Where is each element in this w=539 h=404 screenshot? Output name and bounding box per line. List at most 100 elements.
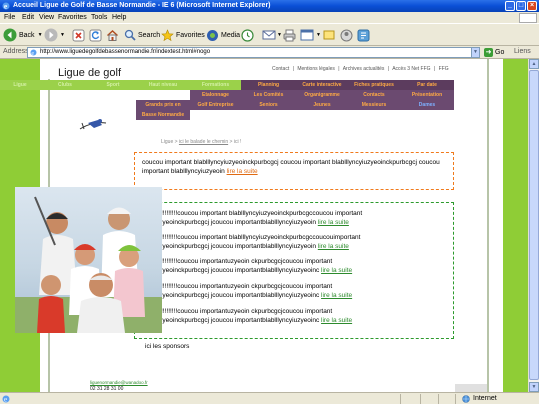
go-button[interactable]: ➜ Go — [484, 47, 504, 58]
golfer-logo-icon — [79, 119, 107, 130]
menu-tools[interactable]: Tools — [91, 12, 107, 24]
back-button[interactable]: Back ▼ — [3, 27, 43, 43]
news-line-wrap: ncyiuzyeoinckpurbcgcj jcoucou importantb… — [144, 316, 449, 325]
scroll-down-button[interactable]: ▼ — [529, 382, 539, 392]
address-dropdown-button[interactable]: ▼ — [471, 47, 480, 58]
menu-file[interactable]: File — [4, 12, 15, 24]
news-read-more-link[interactable]: lire la suite — [321, 317, 352, 324]
print-icon — [283, 29, 296, 41]
news-read-more-link[interactable]: lire la suite — [321, 292, 352, 299]
sponsors-text: ici les sponsors — [145, 343, 190, 350]
nav-item-jeunes[interactable]: Jeunes — [296, 100, 348, 110]
news-read-more-link[interactable]: lire la suite — [321, 267, 352, 274]
favorites-button[interactable]: Favorites — [161, 27, 205, 43]
nav-item-formations[interactable]: Formations — [190, 80, 241, 90]
ie-logo-icon: e — [2, 2, 10, 10]
page-status-icon: e — [2, 395, 10, 403]
intro-paragraph: coucou important blablllyncyiuzyeoinckpu… — [142, 158, 448, 176]
toplink-sep: | — [433, 66, 436, 72]
news-line-wrap: ncyiuzyeoinckpurbcgcj jcoucou importantb… — [144, 218, 449, 227]
page-viewport[interactable]: Ligue de golf Contact | Mentions légales… — [0, 59, 528, 392]
nav-item-etalonnage[interactable]: Etalonnage — [190, 90, 241, 100]
intro-read-more-link[interactable]: lire la suite — [227, 168, 258, 175]
news-line-wrap: ncyiuzyeoinckpurbcgcj jcoucou importantb… — [144, 242, 449, 251]
footer-email-link[interactable]: liguenormandie@wanadoo.fr — [90, 380, 148, 385]
discuss-button[interactable] — [323, 27, 335, 43]
nav-item-grands-prix[interactable]: Grands prix en — [136, 100, 190, 110]
nav-item-les-comites[interactable]: Les Comités — [241, 90, 296, 100]
right-green-band — [503, 59, 528, 392]
breadcrumb-link[interactable]: ici le balade le chemin — [179, 139, 228, 145]
search-icon — [124, 29, 136, 41]
toplink-mentions[interactable]: Mentions légales — [297, 66, 335, 72]
history-button[interactable] — [241, 27, 254, 43]
top-links: Contact | Mentions légales | Archives ac… — [272, 66, 451, 72]
toplink-ffg[interactable]: FFG — [439, 66, 449, 72]
security-zone: Internet — [455, 394, 497, 404]
address-input[interactable]: e http://www.liguedegolfdebassenormandie… — [27, 47, 472, 58]
minimize-button[interactable]: _ — [505, 1, 515, 11]
breadcrumb-prefix: Ligue > — [161, 139, 179, 145]
toplink-sep: | — [338, 66, 340, 72]
nav-item-planning[interactable]: Planning — [241, 80, 296, 90]
menu-edit[interactable]: Edit — [22, 12, 34, 24]
site-title: Ligue de golf — [58, 67, 121, 79]
nav-item-golf-entreprise[interactable]: Golf Entreprise — [190, 100, 241, 110]
toplink-archives[interactable]: Archives actualités — [343, 66, 385, 72]
print-button[interactable] — [283, 27, 296, 43]
forward-icon — [44, 28, 58, 42]
nav-item-sport[interactable]: Sport — [90, 80, 136, 90]
scroll-thumb[interactable] — [529, 70, 539, 380]
nav-item-seniors[interactable]: Seniors — [241, 100, 296, 110]
golfers-photo — [15, 187, 162, 333]
home-button[interactable] — [106, 27, 119, 43]
menu-help[interactable]: Help — [112, 12, 126, 24]
footer-decoration — [455, 384, 487, 392]
search-button[interactable]: Search — [124, 27, 160, 43]
mail-button[interactable]: ▼ — [262, 27, 282, 43]
menu-view[interactable]: View — [39, 12, 54, 24]
forward-button[interactable]: ▼ — [44, 27, 65, 43]
vertical-scrollbar[interactable]: ▲ ▼ — [528, 59, 539, 392]
toplink-sep: | — [387, 66, 390, 72]
window-title-bar[interactable]: e Accueil Ligue de Golf de Basse Normand… — [0, 0, 539, 12]
nav-item-presentation[interactable]: Présentation — [400, 90, 454, 100]
news-line-wrap: ncyiuzyeoinckpurbcgcj jcoucou importantb… — [144, 291, 449, 300]
nav-item-messieurs[interactable]: Messieurs — [348, 100, 400, 110]
edit-icon — [300, 29, 314, 41]
status-separator — [420, 394, 421, 404]
news-read-more-link[interactable]: lire la suite — [318, 243, 349, 250]
breadcrumb-suffix: > ici ! — [228, 139, 242, 145]
nav-item-clubs[interactable]: Clubs — [40, 80, 90, 90]
close-button[interactable]: × — [527, 1, 537, 11]
scroll-up-button[interactable]: ▲ — [529, 59, 539, 69]
news-line: lités !!!!!!!!!!!coucou importantuzyeoin… — [144, 283, 333, 290]
nav-item-dames[interactable]: Dames — [400, 100, 454, 110]
news-read-more-link[interactable]: lire la suite — [318, 219, 349, 226]
links-button[interactable]: Liens — [514, 48, 531, 55]
nav-item-fiches-pratiques[interactable]: Fiches pratiques — [348, 80, 400, 90]
nav-item-ligue[interactable]: Ligue — [0, 80, 40, 90]
edit-button[interactable]: ▼ — [300, 27, 321, 43]
nav-item-haut-niveau[interactable]: Haut niveau — [136, 80, 190, 90]
media-button[interactable]: Media — [206, 27, 240, 43]
nav-item-contacts[interactable]: Contacts — [348, 90, 400, 100]
status-bar: e Internet — [0, 392, 539, 404]
messenger-button[interactable] — [340, 27, 353, 43]
search-label: Search — [138, 31, 161, 39]
toplink-contact[interactable]: Contact — [272, 66, 289, 72]
stop-button[interactable] — [72, 27, 85, 43]
research-button[interactable] — [357, 27, 370, 43]
nav-item-basse-normandie[interactable]: Basse Normandie — [136, 110, 190, 120]
news-line: lités !!!!!!!!!!!coucou importantuzyeoin… — [144, 258, 333, 265]
news-line: lités !!!!!!!!!!!coucou importantuzyeoin… — [144, 308, 333, 315]
nav-item-organigramme[interactable]: Organigramme — [296, 90, 348, 100]
nav-item-par-date[interactable]: Par date — [400, 80, 454, 90]
toplink-ffg-net[interactable]: Accès 3 Net FFG — [392, 66, 430, 72]
svg-text:e: e — [4, 396, 7, 404]
refresh-button[interactable] — [89, 27, 102, 43]
nav-item-carte-interactive[interactable]: Carte interactive — [296, 80, 348, 90]
maximize-button[interactable]: □ — [516, 1, 526, 11]
news-item: lités !!!!!!!!!!!coucou importantuzyeoin… — [144, 282, 449, 300]
menu-favorites[interactable]: Favorites — [58, 12, 87, 24]
